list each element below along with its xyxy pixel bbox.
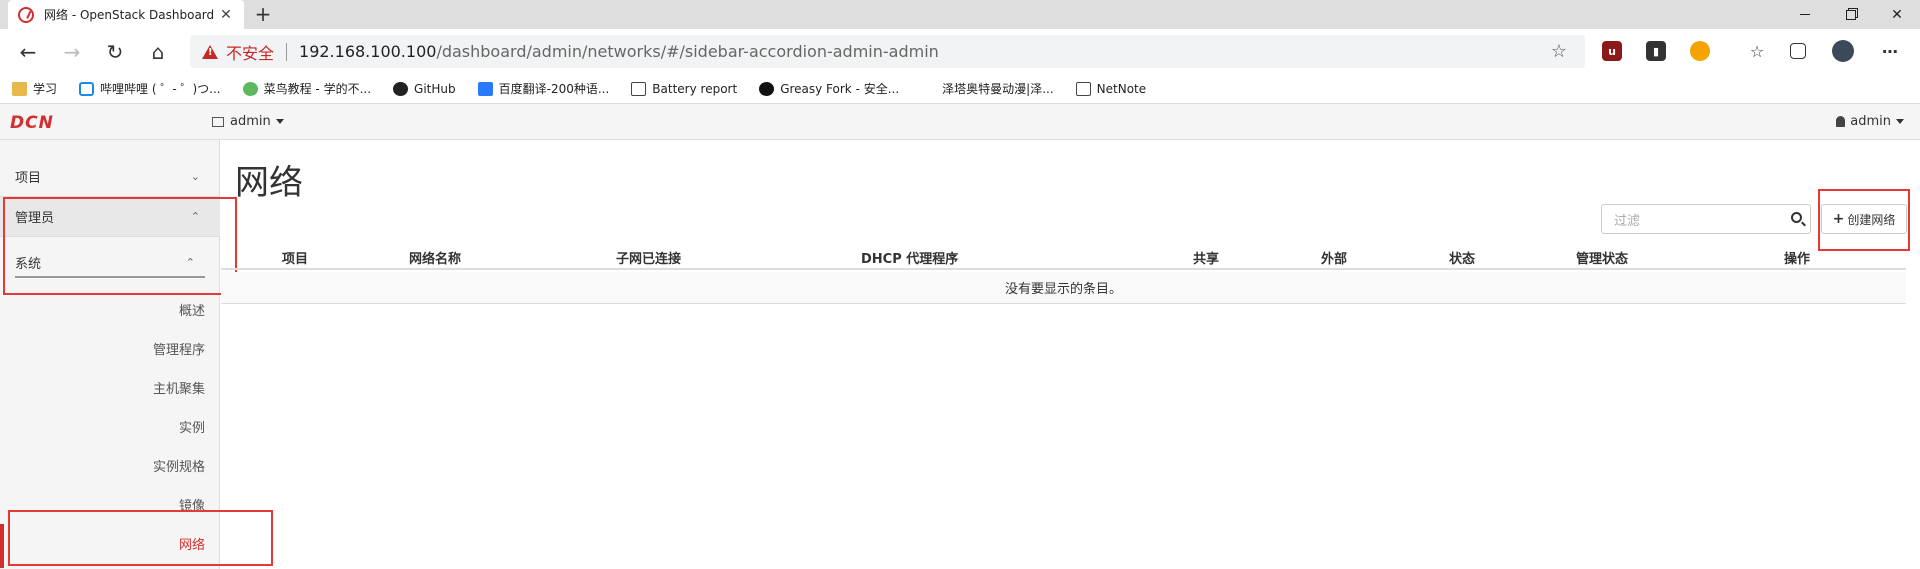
sidebar-item-flavors[interactable]: 实例规格 bbox=[153, 456, 205, 475]
plus-icon: + bbox=[1832, 211, 1845, 227]
url-separator bbox=[286, 42, 288, 61]
highlight-box-admin bbox=[3, 197, 237, 295]
runoob-icon bbox=[242, 81, 258, 96]
restore-button[interactable] bbox=[1828, 0, 1874, 29]
profile-avatar[interactable] bbox=[1832, 40, 1854, 62]
refresh-button[interactable]: ↻ bbox=[103, 40, 127, 64]
project-selector[interactable]: admin bbox=[212, 114, 284, 129]
extension-colorful-icon[interactable] bbox=[1690, 41, 1710, 61]
chevron-down-icon: ⌄ bbox=[190, 170, 200, 183]
column-header-admin-state[interactable]: 管理状态 bbox=[1576, 248, 1628, 267]
url-path: /dashboard/admin/networks/#/sidebar-acco… bbox=[436, 42, 939, 61]
column-header-dhcp-agents[interactable]: DHCP 代理程序 bbox=[861, 248, 958, 267]
url-host: 192.168.100.100 bbox=[299, 42, 437, 61]
document-icon bbox=[631, 81, 647, 96]
main-content: 网络 过滤 + 创建网络 项目 网络名称 子网已连接 DHCP 代理程序 共享 … bbox=[221, 140, 1920, 569]
minimize-icon bbox=[1800, 14, 1810, 15]
extension-icon[interactable]: ▮ bbox=[1646, 41, 1666, 61]
column-header-shared[interactable]: 共享 bbox=[1193, 248, 1219, 267]
create-network-label: 创建网络 bbox=[1847, 212, 1896, 227]
favorites-icon[interactable]: ☆ bbox=[1747, 41, 1767, 61]
sidebar-item-instances[interactable]: 实例 bbox=[179, 417, 205, 436]
bilibili-icon bbox=[79, 81, 95, 96]
bookmark-label: 学习 bbox=[33, 82, 58, 96]
bookmark-item[interactable]: GitHub bbox=[393, 81, 456, 96]
bookmark-item[interactable]: Battery report bbox=[631, 81, 738, 96]
bookmark-star-icon[interactable]: ☆ bbox=[1551, 41, 1567, 62]
bookmark-item[interactable]: 学习 bbox=[12, 80, 57, 97]
bookmark-label: 泽塔奥特曼动漫|泽... bbox=[942, 82, 1054, 96]
column-header-subnets[interactable]: 子网已连接 bbox=[616, 248, 681, 267]
column-header-status[interactable]: 状态 bbox=[1449, 248, 1475, 267]
bookmark-label: NetNote bbox=[1096, 81, 1147, 96]
table-header: 项目 网络名称 子网已连接 DHCP 代理程序 共享 外部 状态 管理状态 操作 bbox=[221, 240, 1906, 270]
caret-down-icon bbox=[275, 119, 284, 124]
user-menu[interactable]: admin bbox=[1836, 114, 1904, 129]
close-window-button[interactable]: ✕ bbox=[1874, 0, 1920, 29]
insecure-label[interactable]: 不安全 bbox=[226, 40, 274, 64]
dashboard-topnav: DCN admin admin bbox=[0, 104, 1920, 140]
address-toolbar: ← → ↻ ⌂ 不安全 192.168.100.100/dashboard/ad… bbox=[0, 29, 1920, 74]
tab-close-icon[interactable]: ✕ bbox=[218, 7, 234, 23]
column-header-actions: 操作 bbox=[1784, 252, 1811, 267]
browser-tab[interactable]: 网络 - OpenStack Dashboard ✕ bbox=[8, 0, 244, 29]
blank-icon bbox=[921, 82, 936, 96]
bookmark-label: 哔哩哔哩 ( ゜- ゜)つ... bbox=[100, 82, 221, 96]
bookmark-item[interactable]: Greasy Fork - 安全... bbox=[759, 80, 899, 97]
collections-icon[interactable] bbox=[1790, 43, 1806, 59]
bookmark-label: Battery report bbox=[652, 81, 738, 96]
baidu-translate-icon bbox=[477, 81, 493, 96]
github-icon bbox=[393, 81, 409, 96]
ublock-extension-icon[interactable]: u bbox=[1602, 41, 1622, 61]
sidebar-section-label: 项目 bbox=[15, 171, 42, 186]
new-tab-button[interactable]: + bbox=[252, 3, 274, 25]
user-icon bbox=[1836, 116, 1846, 127]
back-button[interactable]: ← bbox=[16, 40, 40, 64]
bookmarks-bar: 学习 哔哩哔哩 ( ゜- ゜)つ... 菜鸟教程 - 学的不... GitHub… bbox=[0, 74, 1920, 104]
active-indicator bbox=[0, 524, 4, 568]
greasyfork-icon bbox=[759, 81, 775, 96]
sidebar-item-host-aggregates[interactable]: 主机聚集 bbox=[153, 378, 205, 397]
column-header-external[interactable]: 外部 bbox=[1321, 248, 1347, 267]
sidebar-item-overview[interactable]: 概述 bbox=[179, 300, 205, 319]
bookmark-label: 百度翻译-200种语... bbox=[498, 82, 610, 96]
table-empty-row: 没有要显示的条目。 bbox=[221, 272, 1906, 304]
restore-icon bbox=[1846, 9, 1856, 20]
more-menu-icon[interactable]: ⋯ bbox=[1880, 41, 1900, 61]
bookmark-label: Greasy Fork - 安全... bbox=[780, 82, 900, 96]
sidebar-item-hypervisors[interactable]: 管理程序 bbox=[153, 339, 205, 358]
warning-icon bbox=[202, 44, 218, 59]
folder-icon bbox=[12, 81, 27, 96]
forward-button[interactable]: → bbox=[60, 40, 84, 64]
document-icon bbox=[1075, 81, 1091, 96]
page-title: 网络 bbox=[235, 163, 303, 203]
create-network-button[interactable]: + 创建网络 bbox=[1821, 204, 1907, 234]
bookmark-item[interactable]: NetNote bbox=[1075, 81, 1147, 96]
bookmark-item[interactable]: 泽塔奥特曼动漫|泽... bbox=[921, 80, 1054, 97]
sidebar-section-project[interactable]: 项目 ⌄ bbox=[0, 157, 220, 197]
bookmark-item[interactable]: 哔哩哔哩 ( ゜- ゜)つ... bbox=[79, 80, 221, 97]
project-name: admin bbox=[230, 114, 271, 129]
browser-tab-strip: 网络 - OpenStack Dashboard ✕ + ✕ bbox=[0, 0, 1920, 29]
minimize-button[interactable] bbox=[1782, 0, 1828, 29]
url-bar[interactable]: 不安全 192.168.100.100/dashboard/admin/netw… bbox=[190, 35, 1585, 68]
bookmark-item[interactable]: 百度翻译-200种语... bbox=[477, 80, 610, 97]
caret-down-icon bbox=[1896, 119, 1904, 124]
column-header-project[interactable]: 项目 bbox=[282, 248, 308, 267]
tab-title: 网络 - OpenStack Dashboard bbox=[44, 8, 215, 22]
column-header-network-name[interactable]: 网络名称 bbox=[409, 248, 461, 267]
user-name: admin bbox=[1850, 114, 1891, 129]
empty-message: 没有要显示的条目。 bbox=[1004, 282, 1122, 297]
filter-placeholder: 过滤 bbox=[1614, 213, 1641, 229]
brand-logo[interactable]: DCN bbox=[10, 113, 54, 133]
openstack-favicon-icon bbox=[18, 6, 34, 23]
window-controls: ✕ bbox=[1782, 0, 1920, 29]
bookmark-label: 菜鸟教程 - 学的不... bbox=[263, 82, 372, 96]
home-button[interactable]: ⌂ bbox=[146, 40, 170, 64]
bookmark-label: GitHub bbox=[414, 81, 456, 96]
search-icon[interactable] bbox=[1791, 212, 1802, 223]
project-icon bbox=[212, 116, 224, 127]
filter-input[interactable]: 过滤 bbox=[1601, 204, 1811, 234]
bookmark-item[interactable]: 菜鸟教程 - 学的不... bbox=[242, 80, 372, 97]
